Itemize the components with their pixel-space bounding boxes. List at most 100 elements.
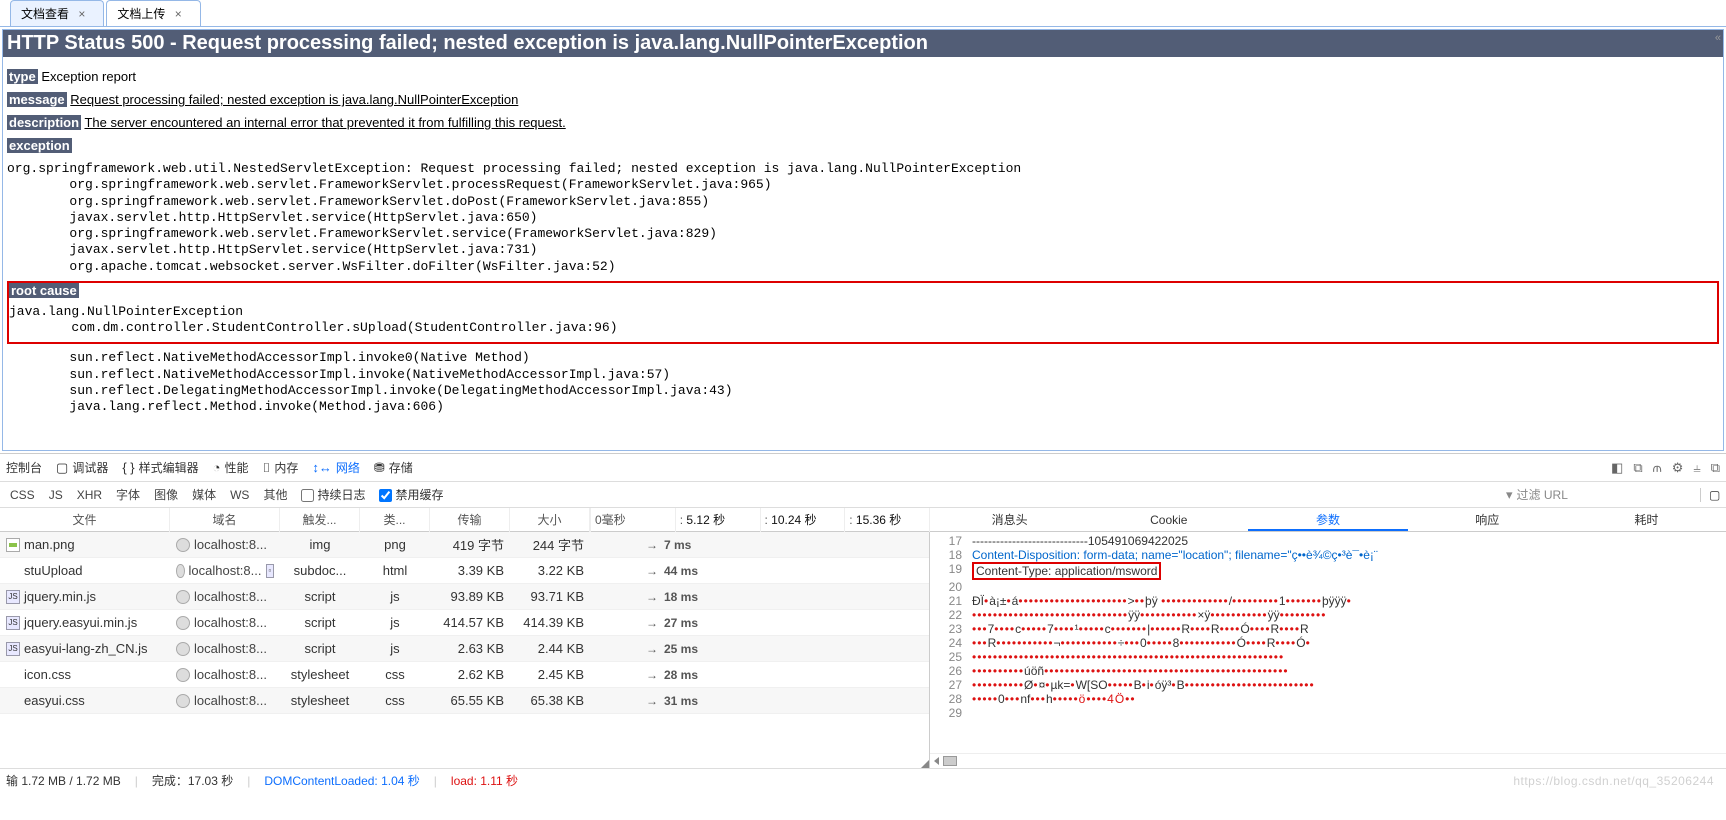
page-tabs: 文档查看 × 文档上传 × bbox=[0, 0, 1726, 27]
col-cause[interactable]: 触发... bbox=[280, 508, 360, 532]
param-line: 28•••••0•••nf•••h•••••ö••••4Ö•• bbox=[932, 692, 1724, 706]
tab-view-doc[interactable]: 文档查看 × bbox=[10, 0, 104, 26]
filter-js[interactable]: JS bbox=[49, 488, 63, 502]
file-icon bbox=[6, 564, 20, 578]
col-timeline: 0毫秒 : 5.12 秒 : 10.24 秒 : 15.36 秒 bbox=[590, 508, 930, 532]
sidebar-toggle-icon[interactable]: ▢ bbox=[1700, 488, 1716, 502]
tab-debugger[interactable]: ▢调试器 bbox=[56, 459, 108, 476]
gauge-icon: ◔ bbox=[213, 460, 221, 475]
js-file-icon: JS bbox=[6, 616, 20, 630]
scroll-arrow-icon[interactable]: « bbox=[1715, 32, 1721, 44]
gear-icon[interactable]: ⚙ bbox=[1672, 460, 1684, 476]
params-h-scrollbar[interactable] bbox=[930, 753, 1726, 768]
globe-icon bbox=[176, 694, 190, 708]
network-row[interactable]: man.pnglocalhost:8... imgpng419 字节244 字节… bbox=[0, 532, 929, 558]
devtools-status-bar: 输 1.72 MB / 1.72 MB | 完成：17.03 秒 | DOMCo… bbox=[0, 768, 1726, 792]
network-icon: ↕↔ bbox=[312, 460, 332, 475]
param-line: 18Content-Disposition: form-data; name="… bbox=[932, 548, 1724, 562]
network-row[interactable]: stuUploadlocalhost:8... ▫subdoc...html3.… bbox=[0, 558, 929, 584]
tl-3: : 15.36 秒 bbox=[844, 508, 929, 532]
tab-console[interactable]: 控制台 bbox=[6, 459, 42, 476]
toggle-drawer-icon[interactable]: ⫙ bbox=[1653, 460, 1662, 476]
tab-performance[interactable]: ◔性能 bbox=[213, 459, 249, 476]
exception-row: exception bbox=[7, 138, 1719, 153]
param-line: 27••••••••••Ø•¤•µk=•W[SO•••••B•i•óÿ³•B••… bbox=[932, 678, 1724, 692]
network-row[interactable]: icon.csslocalhost:8... stylesheetcss2.62… bbox=[0, 662, 929, 688]
param-line: 22••••••••••••••••••••••••••••••ÿÿ••••••… bbox=[932, 608, 1724, 622]
detail-tab-timing[interactable]: 耗时 bbox=[1567, 508, 1726, 531]
params-content[interactable]: 17-----------------------------105491069… bbox=[930, 532, 1726, 753]
network-row[interactable]: JSjquery.min.jslocalhost:8... scriptjs93… bbox=[0, 584, 929, 610]
subdoc-icon: ▫ bbox=[266, 564, 275, 578]
param-line: 26••••••••••úöñ•••••••••••••••••••••••••… bbox=[932, 664, 1724, 678]
error-type-row: type Exception report bbox=[7, 69, 1719, 84]
tl-0: 0毫秒 bbox=[590, 508, 675, 532]
filter-media[interactable]: 媒体 bbox=[192, 486, 216, 503]
col-size[interactable]: 大小 bbox=[510, 508, 590, 532]
param-line: 24•••R•••••••••••¬•••••••••••÷•••0•••••8… bbox=[932, 636, 1724, 650]
detail-tab-cookie[interactable]: Cookie bbox=[1089, 508, 1248, 531]
col-transfer[interactable]: 传输 bbox=[430, 508, 510, 532]
file-icon bbox=[6, 668, 20, 682]
root-cause-highlight: root cause java.lang.NullPointerExceptio… bbox=[7, 281, 1719, 345]
file-icon bbox=[6, 694, 20, 708]
network-row[interactable]: JSjquery.easyui.min.jslocalhost:8... scr… bbox=[0, 610, 929, 636]
close-icon[interactable]: × bbox=[175, 7, 182, 21]
col-domain[interactable]: 域名 bbox=[170, 508, 280, 532]
scroll-corner-icon bbox=[921, 760, 929, 768]
tab-storage[interactable]: ⛃存储 bbox=[374, 459, 413, 476]
exception-stack: org.springframework.web.util.NestedServl… bbox=[7, 161, 1719, 275]
filter-font[interactable]: 字体 bbox=[116, 486, 140, 503]
network-row[interactable]: JSeasyui-lang-zh_CN.jslocalhost:8... scr… bbox=[0, 636, 929, 662]
persist-log-checkbox[interactable]: 持续日志 bbox=[301, 486, 365, 503]
watermark: https://blog.csdn.net/qq_35206244 bbox=[1513, 774, 1714, 788]
network-filter-bar: CSS JS XHR 字体 图像 媒体 WS 其他 持续日志 禁用缓存 ▾ 过滤… bbox=[0, 482, 1726, 508]
network-columns-header: 文件 域名 触发... 类... 传输 大小 0毫秒 : 5.12 秒 : 10… bbox=[0, 508, 929, 532]
dock-window-icon[interactable]: ⧉ bbox=[1633, 460, 1642, 476]
error-message-row: message Request processing failed; neste… bbox=[7, 92, 1719, 107]
filter-other[interactable]: 其他 bbox=[263, 486, 287, 503]
js-file-icon: JS bbox=[6, 642, 20, 656]
globe-icon bbox=[176, 564, 185, 578]
status-load: load: 1.11 秒 bbox=[451, 772, 518, 789]
tl-2: : 10.24 秒 bbox=[760, 508, 845, 532]
description-value: The server encountered an internal error… bbox=[84, 115, 565, 130]
filter-url-input[interactable]: ▾ 过滤 URL bbox=[1506, 486, 1686, 503]
col-file[interactable]: 文件 bbox=[0, 508, 170, 532]
param-line: 21ÐÏ•à¡±•á•••••••••••••••••••••>••þÿ •••… bbox=[932, 594, 1724, 608]
param-line: 20 bbox=[932, 580, 1724, 594]
tab-memory[interactable]: ⌷内存 bbox=[263, 459, 299, 476]
col-type[interactable]: 类... bbox=[360, 508, 430, 532]
dock-bottom-icon[interactable]: ⫨ bbox=[1693, 460, 1700, 476]
exception-label: exception bbox=[7, 138, 72, 153]
filter-css[interactable]: CSS bbox=[10, 488, 35, 502]
status-domcontentloaded: DOMContentLoaded: 1.04 秒 bbox=[264, 772, 419, 789]
filter-img[interactable]: 图像 bbox=[154, 486, 178, 503]
disable-cache-checkbox[interactable]: 禁用缓存 bbox=[379, 486, 443, 503]
scroll-left-icon[interactable] bbox=[934, 757, 939, 765]
image-icon bbox=[6, 538, 20, 552]
scrollbar-thumb[interactable] bbox=[943, 756, 957, 766]
detail-tab-headers[interactable]: 消息头 bbox=[930, 508, 1089, 531]
network-row[interactable]: easyui.csslocalhost:8... stylesheetcss65… bbox=[0, 688, 929, 714]
status-finish: 完成：17.03 秒 bbox=[152, 772, 233, 789]
devtools-right-icons: ◧ ⧉ ⫙ ⚙ ⫨ ⧉ bbox=[1611, 460, 1720, 476]
detail-tab-response[interactable]: 响应 bbox=[1408, 508, 1567, 531]
tab-upload-doc[interactable]: 文档上传 × bbox=[106, 0, 200, 26]
filter-xhr[interactable]: XHR bbox=[77, 488, 102, 502]
network-detail-panel: 消息头 Cookie 参数 响应 耗时 17------------------… bbox=[930, 508, 1726, 768]
memory-icon: ⌷ bbox=[263, 460, 271, 476]
tab-style-editor[interactable]: { }样式编辑器 bbox=[122, 459, 198, 476]
detail-tab-params[interactable]: 参数 bbox=[1248, 508, 1407, 531]
js-file-icon: JS bbox=[6, 590, 20, 604]
status-transferred: 输 1.72 MB / 1.72 MB bbox=[6, 772, 121, 789]
globe-icon bbox=[176, 668, 190, 682]
tab-network[interactable]: ↕↔网络 bbox=[312, 459, 360, 476]
network-rows[interactable]: man.pnglocalhost:8... imgpng419 字节244 字节… bbox=[0, 532, 929, 714]
popout-icon[interactable]: ⧉ bbox=[1711, 460, 1720, 476]
dock-side-icon[interactable]: ◧ bbox=[1611, 460, 1623, 476]
close-icon[interactable]: × bbox=[78, 7, 85, 21]
error-title: HTTP Status 500 - Request processing fai… bbox=[3, 30, 1723, 57]
tab-label: 文档上传 bbox=[117, 7, 165, 21]
filter-ws[interactable]: WS bbox=[230, 488, 249, 502]
